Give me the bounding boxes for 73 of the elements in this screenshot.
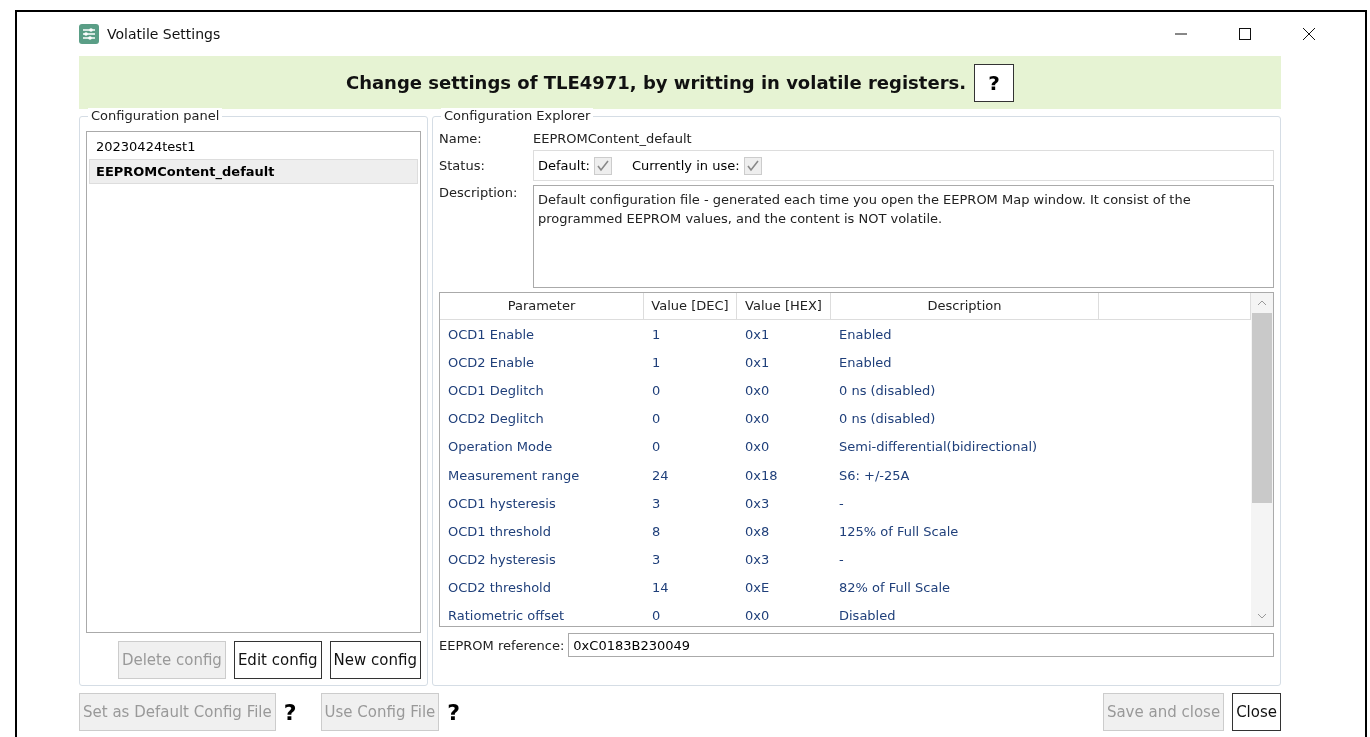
table-cell-text: OCD1 Enable xyxy=(447,325,535,344)
column-header[interactable]: Value [DEC] xyxy=(644,293,737,320)
help-button[interactable]: ? xyxy=(974,63,1015,102)
table-cell-text: 0x3 xyxy=(744,494,771,513)
table-cell-text: 0 xyxy=(651,410,662,429)
close-icon[interactable] xyxy=(1303,28,1315,40)
table-cell-text: OCD1 hysteresis xyxy=(447,494,557,513)
table-cell-text: OCD2 hysteresis xyxy=(447,551,557,570)
banner-text: Change settings of TLE4971, by writting in volatile registers. xyxy=(345,72,967,93)
table-cell-text: 0x3 xyxy=(744,551,771,570)
maximize-icon[interactable] xyxy=(1239,28,1251,40)
table-cell-text: - xyxy=(838,494,845,513)
table-cell-text: 0x0 xyxy=(744,410,771,429)
table-cell-text: 125% of Full Scale xyxy=(838,522,960,541)
table-cell-text: OCD2 Deglitch xyxy=(447,410,545,429)
table-cell-text: S6: +/-25A xyxy=(838,466,911,485)
dialog-button[interactable]: Close xyxy=(1232,693,1281,731)
panel-title: Configuration Explorer xyxy=(441,108,594,123)
table-cell-text: OCD1 Deglitch xyxy=(447,381,545,400)
table-cell-text: 0x8 xyxy=(744,522,771,541)
table-cell-text: 14 xyxy=(651,579,670,598)
checkbox-label: Default: xyxy=(538,158,590,173)
table-cell-text: 8 xyxy=(651,522,662,541)
table-cell-text: 0x0 xyxy=(744,381,771,400)
table-cell-text: 3 xyxy=(651,551,662,570)
panel-title: Configuration panel xyxy=(88,108,223,123)
table-cell-text: 0xE xyxy=(744,579,771,598)
config-button[interactable]: Edit config xyxy=(233,641,322,679)
config-button[interactable]: New config xyxy=(329,641,421,679)
reference-field[interactable]: 0xC0183B230049 xyxy=(568,633,1274,657)
table-cell-text: OCD2 threshold xyxy=(447,579,552,598)
table-cell-text: 0 ns (disabled) xyxy=(838,410,937,429)
column-header[interactable]: Value [HEX] xyxy=(737,293,831,320)
field-label: Name: xyxy=(439,131,483,146)
table-cell-text: 0 xyxy=(651,381,662,400)
config-item[interactable]: EEPROMContent_default xyxy=(89,159,418,184)
checkbox[interactable] xyxy=(593,156,612,175)
config-name: EEPROMContent_default xyxy=(533,131,692,146)
table-cell-text: - xyxy=(838,551,845,570)
table-cell-text: 0x0 xyxy=(744,438,771,457)
config-item[interactable]: 20230424test1 xyxy=(89,134,418,159)
table-cell-text: 0 ns (disabled) xyxy=(838,381,937,400)
table-cell-text: Measurement range xyxy=(447,466,581,485)
table-cell-text: Disabled xyxy=(838,607,897,626)
table-cell-text: Enabled xyxy=(838,325,893,344)
table-cell-text: 1 xyxy=(651,325,662,344)
table-cell-text: 0x18 xyxy=(744,466,779,485)
table-cell-text: 0x0 xyxy=(744,607,771,626)
table-cell-text: 82% of Full Scale xyxy=(838,579,952,598)
table-cell-text: Operation Mode xyxy=(447,438,554,457)
checkbox-label: Currently in use: xyxy=(631,158,740,173)
table-cell-text: OCD1 threshold xyxy=(447,522,552,541)
scrollbar[interactable] xyxy=(1251,293,1273,626)
table-cell-text: 0x1 xyxy=(744,325,771,344)
description-field[interactable]: Default configuration file - generated each time you open the EEPROM Map window. It consist of the programmed EEPROM values, and the content is NOT volatile. xyxy=(533,185,1274,288)
settings-sliders-icon xyxy=(79,24,99,44)
field-label: Status: xyxy=(439,158,486,173)
table-cell-text: Enabled xyxy=(838,353,893,372)
table-cell-text: 0 xyxy=(651,607,662,626)
field-label: EEPROM reference: xyxy=(439,637,565,653)
table-cell-text: OCD2 Enable xyxy=(447,353,535,372)
table-cell-text: 24 xyxy=(651,466,670,485)
table-cell-text: Semi-differential(bidirectional) xyxy=(838,438,1039,457)
field-label: Description: xyxy=(439,185,519,200)
table-cell-text: 0 xyxy=(651,438,662,457)
table-cell-text: 3 xyxy=(651,494,662,513)
table-cell-text: 1 xyxy=(651,353,662,372)
window-title: Volatile Settings xyxy=(107,26,221,42)
table-cell-text: Ratiometric offset xyxy=(447,607,566,626)
column-header[interactable]: Parameter xyxy=(440,293,644,320)
checkbox[interactable] xyxy=(743,156,762,175)
table-cell-text: 0x1 xyxy=(744,353,771,372)
column-header[interactable]: Description xyxy=(831,293,1099,320)
